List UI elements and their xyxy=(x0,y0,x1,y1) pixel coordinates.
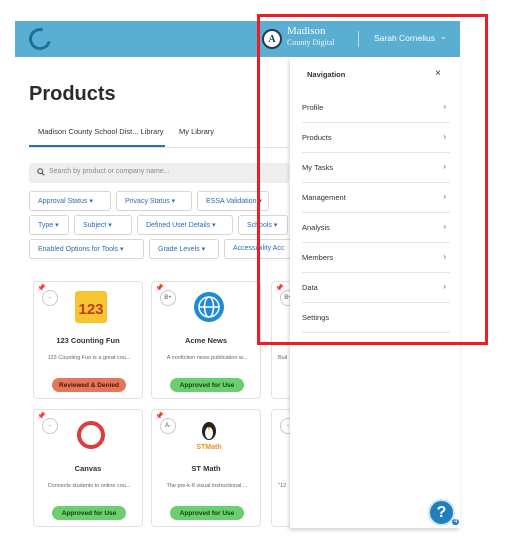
search-input[interactable]: Search by product or company name... xyxy=(29,163,289,183)
nav-item-members[interactable]: Members › xyxy=(302,243,450,273)
filter-grade-levels[interactable]: Grade Levels ▾ xyxy=(149,239,219,259)
navigation-dropdown: Navigation × Profile › Products › My Tas… xyxy=(290,57,460,528)
nav-item-label: Data xyxy=(302,283,318,292)
status-badge: Reviewed & Denied xyxy=(52,378,126,392)
filter-subject[interactable]: Subject ▾ xyxy=(74,215,132,235)
nav-item-data[interactable]: Data › xyxy=(302,273,450,303)
product-description: The pre-k-8 visual instructional ... xyxy=(166,483,248,489)
topbar-divider xyxy=(358,31,359,47)
product-name: ST Math xyxy=(191,464,221,473)
nav-item-settings[interactable]: Settings xyxy=(302,303,450,333)
nav-item-label: Products xyxy=(302,133,332,142)
filter-essa-validation[interactable]: ESSA Validation ▾ xyxy=(197,191,269,211)
status-badge: Approved for Use xyxy=(52,506,126,520)
filter-type[interactable]: Type ▾ xyxy=(29,215,69,235)
nav-item-analysis[interactable]: Analysis › xyxy=(302,213,450,243)
chevron-right-icon: › xyxy=(443,102,446,111)
stmath-logo-text: STMath xyxy=(196,444,221,451)
grade-badge: - xyxy=(42,418,58,434)
help-button[interactable]: ? xyxy=(428,499,455,526)
search-placeholder: Search by product or company name... xyxy=(49,168,170,175)
brand-logo-icon[interactable]: A xyxy=(262,29,282,49)
product-name: Canvas xyxy=(74,464,102,473)
chevron-right-icon: › xyxy=(443,192,446,201)
filter-privacy-status[interactable]: Privacy Status ▾ xyxy=(116,191,192,211)
product-description: Connects students to online cou... xyxy=(47,483,131,489)
nav-item-profile[interactable]: Profile › xyxy=(302,93,450,123)
nav-item-label: Management xyxy=(302,193,346,202)
brand-subtitle: County Digital xyxy=(287,38,335,47)
penguin-logo-icon: STMath xyxy=(196,422,222,451)
loading-spinner-icon xyxy=(24,23,56,55)
product-card[interactable]: 📌 - Canvas Connects students to online c… xyxy=(33,409,143,527)
product-card[interactable]: 📌 A- STMath ST Math The pre-k-8 visual i… xyxy=(151,409,261,527)
filter-schools[interactable]: Schools ▾ xyxy=(238,215,288,235)
nav-item-my-tasks[interactable]: My Tasks › xyxy=(302,153,450,183)
123-counting-logo-icon: 123 xyxy=(75,291,107,323)
chevron-right-icon: › xyxy=(443,222,446,231)
page-title: Products xyxy=(29,83,116,105)
tab-my-library[interactable]: My Library xyxy=(179,127,214,136)
status-badge: Approved for Use xyxy=(170,506,244,520)
chevron-down-icon[interactable]: ⌄ xyxy=(440,32,447,41)
grade-badge: B+ xyxy=(160,290,176,306)
tabs-divider xyxy=(29,147,289,148)
filter-enabled-options[interactable]: Enabled Options for Tools ▾ xyxy=(29,239,144,259)
svg-text:123: 123 xyxy=(78,301,103,318)
navigation-header: Navigation xyxy=(307,70,346,79)
filter-accessibility[interactable]: Accessibility Acc xyxy=(224,239,294,259)
nav-item-label: Profile xyxy=(302,103,324,112)
canvas-logo-icon xyxy=(77,421,105,449)
grade-badge: A- xyxy=(160,418,176,434)
nav-item-label: Settings xyxy=(302,313,330,322)
globe-logo-icon xyxy=(194,292,224,322)
product-card[interactable]: 📌 - 123 123 Counting Fun 123 Counting Fu… xyxy=(33,281,143,399)
chevron-right-icon: › xyxy=(443,282,446,291)
user-menu-button[interactable]: Sarah Cornelius xyxy=(374,33,435,43)
nav-item-label: My Tasks xyxy=(302,163,334,172)
filter-approval-status[interactable]: Approval Status ▾ xyxy=(29,191,111,211)
grade-badge: - xyxy=(42,290,58,306)
chevron-right-icon: › xyxy=(443,252,446,261)
tab-district-library[interactable]: Madison County School Dist... Library xyxy=(38,127,163,136)
nav-item-label: Members xyxy=(302,253,334,262)
search-icon xyxy=(37,168,45,176)
brand-name: Madison xyxy=(287,25,326,37)
close-icon[interactable]: × xyxy=(435,68,441,79)
product-card[interactable]: 📌 B+ Acme News A nonfiction news publica… xyxy=(151,281,261,399)
product-name: 123 Counting Fun xyxy=(56,336,120,345)
nav-item-label: Analysis xyxy=(302,223,330,232)
nav-item-management[interactable]: Management › xyxy=(302,183,450,213)
filter-defined-user-details[interactable]: Defined User Details ▾ xyxy=(137,215,233,235)
product-description: A nonfiction news publication w... xyxy=(166,355,248,361)
nav-item-products[interactable]: Products › xyxy=(302,123,450,153)
top-bar: A Madison County Digital Sarah Cornelius… xyxy=(15,21,460,57)
status-badge: Approved for Use xyxy=(170,378,244,392)
chevron-right-icon: › xyxy=(443,132,446,141)
product-description: 123 Counting Fun is a great cou... xyxy=(47,355,131,361)
product-name: Acme News xyxy=(184,336,228,345)
chevron-right-icon: › xyxy=(443,162,446,171)
